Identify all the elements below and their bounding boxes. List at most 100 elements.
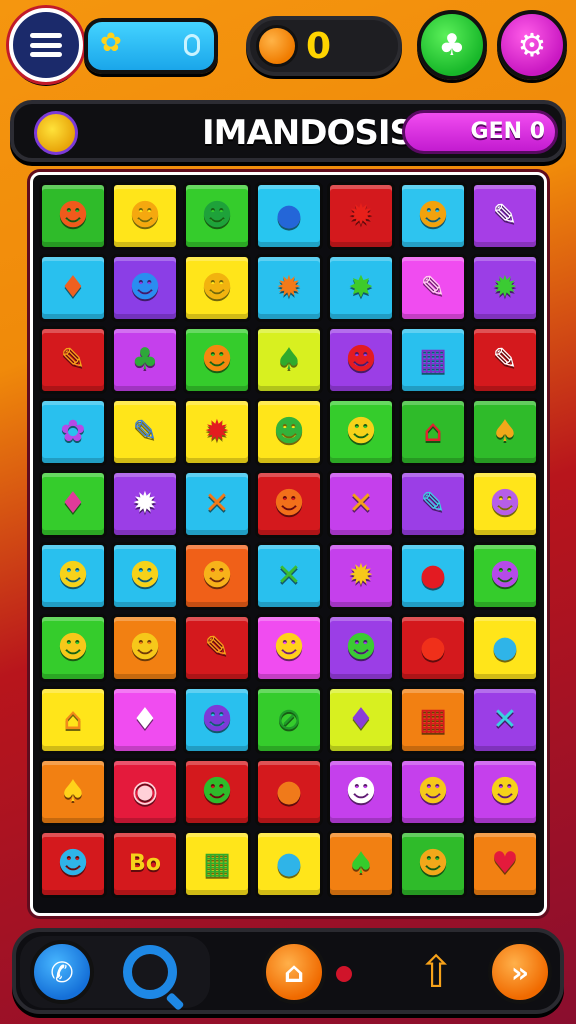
board-tile[interactable]: ✕	[255, 542, 323, 610]
board-tile[interactable]: ●	[399, 614, 467, 682]
board-tile[interactable]: ♦	[39, 254, 107, 322]
board-tile[interactable]: ✹	[183, 398, 251, 466]
board-tile[interactable]: ●	[255, 830, 323, 898]
board-tile[interactable]: ☻	[471, 758, 539, 826]
board-tile[interactable]: ♠	[327, 830, 395, 898]
board-tile[interactable]: ☻	[39, 542, 107, 610]
board-tile[interactable]: ◉	[111, 758, 179, 826]
board-tile[interactable]: ☻	[255, 470, 323, 538]
tile-item-icon: ▦	[202, 846, 232, 881]
board-tile[interactable]: ☻	[111, 182, 179, 250]
board-tile[interactable]: ♠	[39, 758, 107, 826]
board-tile[interactable]: ☻	[471, 542, 539, 610]
tile-item-icon: ☻	[57, 630, 89, 665]
board-tile[interactable]: ✎	[111, 398, 179, 466]
board-tile[interactable]: Bo	[111, 830, 179, 898]
avatar[interactable]	[34, 111, 78, 155]
board-tile[interactable]: ☻	[255, 614, 323, 682]
board-tile[interactable]: ✹	[471, 254, 539, 322]
board-tile[interactable]: ♥	[471, 830, 539, 898]
board-tile[interactable]: ☻	[183, 542, 251, 610]
board-tile[interactable]: ●	[471, 614, 539, 682]
board-tile[interactable]: ☻	[327, 326, 395, 394]
board-tile[interactable]: ♦	[327, 686, 395, 754]
tile-item-icon: ✎	[420, 270, 446, 305]
board-tile[interactable]: ♦	[39, 470, 107, 538]
board-tile[interactable]: ☻	[327, 758, 395, 826]
tile-item-icon: ✕	[204, 486, 230, 521]
board-tile[interactable]: ☻	[399, 758, 467, 826]
tile-item-icon: ✹	[348, 558, 374, 593]
board-tile[interactable]: ☻	[471, 470, 539, 538]
board-tile[interactable]: ⊘	[255, 686, 323, 754]
tile-item-icon: ✹	[132, 486, 158, 521]
board-tile[interactable]: ♣	[111, 326, 179, 394]
board-tile[interactable]: ☻	[111, 254, 179, 322]
board-tile[interactable]: ●	[255, 758, 323, 826]
board-tile[interactable]: ☻	[183, 326, 251, 394]
board-tile[interactable]: ☻	[327, 398, 395, 466]
tile-grid: ☻ ☻ ☻ ● ✹ ☻ ✎ ♦ ☻ ☻ ✹ ✸ ✎ ✹ ✎ ♣ ☻ ♠ ☻ ▦ ✎ ✿ ✎ ✹ ☻ ☻ ⌂ ♠ ♦ ✹ ✕ ☻ ✕ ✎ ☻ ☻ ☻ ☻ ✕ ✹…	[39, 182, 539, 898]
board-tile[interactable]: ✕	[183, 470, 251, 538]
settings-button[interactable]: ⚙	[497, 10, 567, 80]
board-tile[interactable]: ♠	[471, 398, 539, 466]
board-tile[interactable]: ✹	[255, 254, 323, 322]
board-tile[interactable]: ⌂	[39, 686, 107, 754]
board-tile[interactable]: ☻	[183, 686, 251, 754]
board-tile[interactable]: ☻	[111, 542, 179, 610]
tile-item-icon: ✕	[492, 702, 518, 737]
board-tile[interactable]: ▦	[183, 830, 251, 898]
tile-item-icon: ☻	[129, 198, 161, 233]
menu-button[interactable]	[9, 8, 83, 82]
indicator-dot	[336, 966, 352, 982]
board-tile[interactable]: ☻	[39, 182, 107, 250]
board-tile[interactable]: ☻	[255, 398, 323, 466]
board-tile[interactable]: ✕	[471, 686, 539, 754]
board-tile[interactable]: ✕	[327, 470, 395, 538]
tile-item-icon: ✸	[348, 270, 374, 305]
tile-item-icon: ☻	[417, 774, 449, 809]
board-tile[interactable]: ☻	[111, 614, 179, 682]
flower-resource-pill[interactable]: ✿	[84, 18, 218, 74]
board-tile[interactable]: ●	[255, 182, 323, 250]
board-tile[interactable]: ♠	[255, 326, 323, 394]
board-tile[interactable]: ☻	[327, 614, 395, 682]
board-tile[interactable]: ☻	[39, 830, 107, 898]
board-tile[interactable]: ✹	[327, 182, 395, 250]
board-tile[interactable]: ✎	[399, 254, 467, 322]
tile-item-icon: ♦	[347, 702, 375, 737]
board-tile[interactable]: ✿	[39, 398, 107, 466]
board-tile[interactable]: ☻	[183, 758, 251, 826]
phone-button[interactable]: ✆	[30, 940, 94, 1004]
board-tile[interactable]: ✎	[183, 614, 251, 682]
board-tile[interactable]: ✎	[471, 182, 539, 250]
tile-item-icon: ✕	[276, 558, 302, 593]
board-tile[interactable]: ✸	[327, 254, 395, 322]
tile-item-icon: ☻	[273, 486, 305, 521]
board-tile[interactable]: ☻	[399, 830, 467, 898]
board-tile[interactable]: ✎	[399, 470, 467, 538]
board-tile[interactable]: ✹	[327, 542, 395, 610]
search-icon	[123, 945, 177, 999]
board-tile[interactable]: ♦	[111, 686, 179, 754]
board-tile[interactable]: ☻	[39, 614, 107, 682]
board-tile[interactable]: ⌂	[399, 398, 467, 466]
home-button[interactable]: ⌂	[262, 940, 326, 1004]
board-tile[interactable]: ☻	[183, 254, 251, 322]
board-tile[interactable]: ☻	[399, 182, 467, 250]
tile-item-icon: ☻	[273, 630, 305, 665]
search-button[interactable]	[116, 938, 184, 1006]
board-tile[interactable]: ✎	[471, 326, 539, 394]
tile-item-icon: ▦	[418, 342, 448, 377]
up-arrow-button[interactable]: ⇧	[414, 938, 458, 1008]
board-tile[interactable]: ●	[399, 542, 467, 610]
tile-item-icon: ♥	[491, 846, 519, 881]
board-tile[interactable]: ▦	[399, 326, 467, 394]
fast-forward-button[interactable]: »	[488, 940, 552, 1004]
creature-button[interactable]: ♣	[417, 10, 487, 80]
board-tile[interactable]: ✎	[39, 326, 107, 394]
board-tile[interactable]: ✹	[111, 470, 179, 538]
board-tile[interactable]: ☻	[183, 182, 251, 250]
board-tile[interactable]: ▦	[399, 686, 467, 754]
generation-badge[interactable]: GEN 0	[402, 110, 558, 154]
